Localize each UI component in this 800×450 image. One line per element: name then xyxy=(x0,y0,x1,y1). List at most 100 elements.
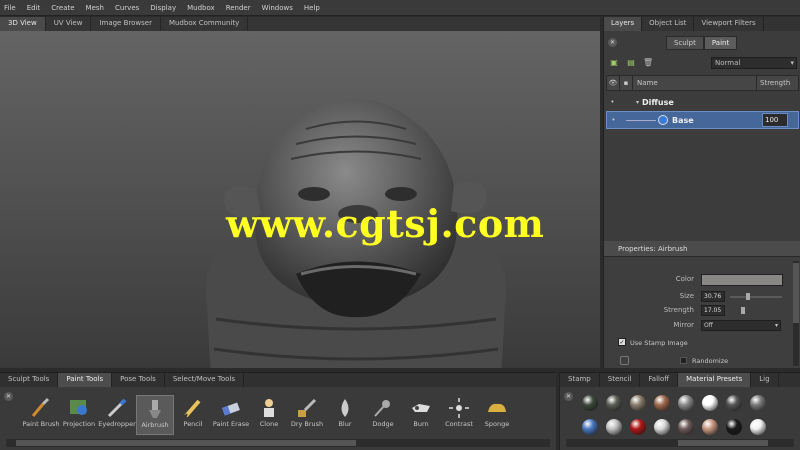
menu-bar: File Edit Create Mesh Curves Display Mud… xyxy=(0,0,800,16)
tab-paint-tools[interactable]: Paint Tools xyxy=(58,373,113,387)
tab-layers[interactable]: Layers xyxy=(604,17,643,31)
randomize-checkbox[interactable] xyxy=(680,357,687,364)
tab-sculpt-tools[interactable]: Sculpt Tools xyxy=(0,373,59,387)
tab-3d-view[interactable]: 3D View xyxy=(0,17,46,31)
delete-layer-icon[interactable]: 🗑 xyxy=(643,58,653,67)
tool-shelf-scrollbar[interactable] xyxy=(6,439,550,447)
tool-shelf: Sculpt Tools Paint Tools Pose Tools Sele… xyxy=(0,372,556,450)
tool-label: Paint Erase xyxy=(212,420,250,428)
tool-paint-erase[interactable]: Paint Erase xyxy=(212,395,250,435)
blend-mode-select[interactable]: Normal ▾ xyxy=(711,57,797,69)
tool-label: Blur xyxy=(338,420,352,428)
menu-help[interactable]: Help xyxy=(304,4,320,12)
tool-dry-brush[interactable]: Dry Brush xyxy=(288,395,326,435)
airbrush-icon xyxy=(143,397,167,421)
menu-mesh[interactable]: Mesh xyxy=(86,4,104,12)
tool-dodge[interactable]: Dodge xyxy=(364,395,402,435)
3d-viewport[interactable]: www.cgtsj.com xyxy=(0,31,600,368)
tab-material-presets[interactable]: Material Presets xyxy=(678,373,752,387)
menu-create[interactable]: Create xyxy=(51,4,74,12)
sculpt-mode-button[interactable]: Sculpt xyxy=(666,36,704,50)
paint-mode-button[interactable]: Paint xyxy=(703,36,738,50)
size-slider-handle[interactable] xyxy=(746,293,750,300)
tool-clone[interactable]: Clone xyxy=(250,395,288,435)
expand-icon[interactable]: ▾ xyxy=(636,99,639,106)
tool-sponge[interactable]: Sponge xyxy=(478,395,516,435)
material-preset-swatch[interactable] xyxy=(606,419,622,435)
strength-label: Strength xyxy=(663,306,694,314)
chevron-down-icon: ▾ xyxy=(790,59,794,67)
menu-render[interactable]: Render xyxy=(226,4,251,12)
material-preset-swatch[interactable] xyxy=(582,419,598,435)
tool-label: Dry Brush xyxy=(290,420,324,428)
close-icon[interactable]: ✕ xyxy=(564,392,573,401)
layer-group-row[interactable]: • ▾ Diffuse xyxy=(606,93,799,111)
material-preset-swatch[interactable] xyxy=(654,395,670,411)
strength-input[interactable]: 17.05 xyxy=(701,305,725,316)
tab-pose-tools[interactable]: Pose Tools xyxy=(112,373,165,387)
strength-slider-handle[interactable] xyxy=(741,307,745,314)
duplicate-layer-icon[interactable]: ▤ xyxy=(626,58,636,67)
tab-stamp[interactable]: Stamp xyxy=(560,373,600,387)
material-preset-swatch[interactable] xyxy=(702,419,718,435)
tab-image-browser[interactable]: Image Browser xyxy=(91,17,161,31)
material-preset-swatch[interactable] xyxy=(750,419,766,435)
tool-projection[interactable]: Projection xyxy=(60,395,98,435)
layer-list-header: 👁 ▪ Name Strength xyxy=(606,75,799,91)
material-preset-swatch[interactable] xyxy=(726,419,742,435)
mirror-select[interactable]: Off ▾ xyxy=(701,320,781,331)
color-swatch[interactable] xyxy=(701,274,783,286)
material-preset-swatch[interactable] xyxy=(678,395,694,411)
tab-viewport-filters[interactable]: Viewport Filters xyxy=(694,17,764,31)
size-slider[interactable] xyxy=(730,296,782,298)
tool-pencil[interactable]: Pencil xyxy=(174,395,212,435)
tab-lighting-presets[interactable]: Lig xyxy=(751,373,779,387)
material-scrollbar[interactable] xyxy=(566,439,794,447)
menu-windows[interactable]: Windows xyxy=(262,4,293,12)
menu-display[interactable]: Display xyxy=(150,4,176,12)
tab-uv-view[interactable]: UV View xyxy=(46,17,92,31)
watermark-text: www.cgtsj.com xyxy=(226,201,545,246)
tab-object-list[interactable]: Object List xyxy=(642,17,695,31)
tab-select-move-tools[interactable]: Select/Move Tools xyxy=(165,373,245,387)
layer-name: Base xyxy=(672,115,694,125)
material-preset-swatch[interactable] xyxy=(630,419,646,435)
properties-scrollbar[interactable] xyxy=(793,261,799,366)
tool-blur[interactable]: Blur xyxy=(326,395,364,435)
tool-eyedropper[interactable]: Eyedropper xyxy=(98,395,136,435)
material-preset-swatch[interactable] xyxy=(630,395,646,411)
material-preset-swatch[interactable] xyxy=(606,395,622,411)
menu-curves[interactable]: Curves xyxy=(115,4,139,12)
menu-file[interactable]: File xyxy=(4,4,16,12)
randomize-label: Randomize xyxy=(692,357,729,365)
layer-row-selected[interactable]: • Base 100 xyxy=(606,111,799,129)
tool-paint-brush[interactable]: Paint Brush xyxy=(22,395,60,435)
stamp-checkbox[interactable] xyxy=(620,356,629,365)
visibility-icon[interactable]: • xyxy=(606,98,619,106)
menu-mudbox[interactable]: Mudbox xyxy=(187,4,215,12)
material-preset-swatch[interactable] xyxy=(678,419,694,435)
material-preset-swatch[interactable] xyxy=(582,395,598,411)
tab-falloff[interactable]: Falloff xyxy=(640,373,679,387)
tool-contrast[interactable]: Contrast xyxy=(440,395,478,435)
tab-mudbox-community[interactable]: Mudbox Community xyxy=(161,17,249,31)
menu-edit[interactable]: Edit xyxy=(27,4,41,12)
new-layer-icon[interactable]: ▣ xyxy=(609,58,619,67)
close-icon[interactable]: ✕ xyxy=(608,38,617,47)
visibility-icon[interactable]: • xyxy=(607,116,620,124)
burn-icon xyxy=(409,396,433,420)
material-preset-swatch[interactable] xyxy=(726,395,742,411)
tab-stencil[interactable]: Stencil xyxy=(600,373,641,387)
tool-label: Airbrush xyxy=(141,421,169,429)
close-icon[interactable]: ✕ xyxy=(4,392,13,401)
tool-burn[interactable]: Burn xyxy=(402,395,440,435)
tool-label: Pencil xyxy=(183,420,203,428)
material-preset-swatch[interactable] xyxy=(702,395,718,411)
use-stamp-label: Use Stamp Image xyxy=(630,339,688,347)
use-stamp-checkbox[interactable]: ✓ xyxy=(618,338,626,346)
layer-strength-input[interactable]: 100 xyxy=(762,113,788,127)
material-preset-swatch[interactable] xyxy=(750,395,766,411)
tool-airbrush[interactable]: Airbrush xyxy=(136,395,174,435)
size-input[interactable]: 30.76 xyxy=(701,291,725,302)
material-preset-swatch[interactable] xyxy=(654,419,670,435)
